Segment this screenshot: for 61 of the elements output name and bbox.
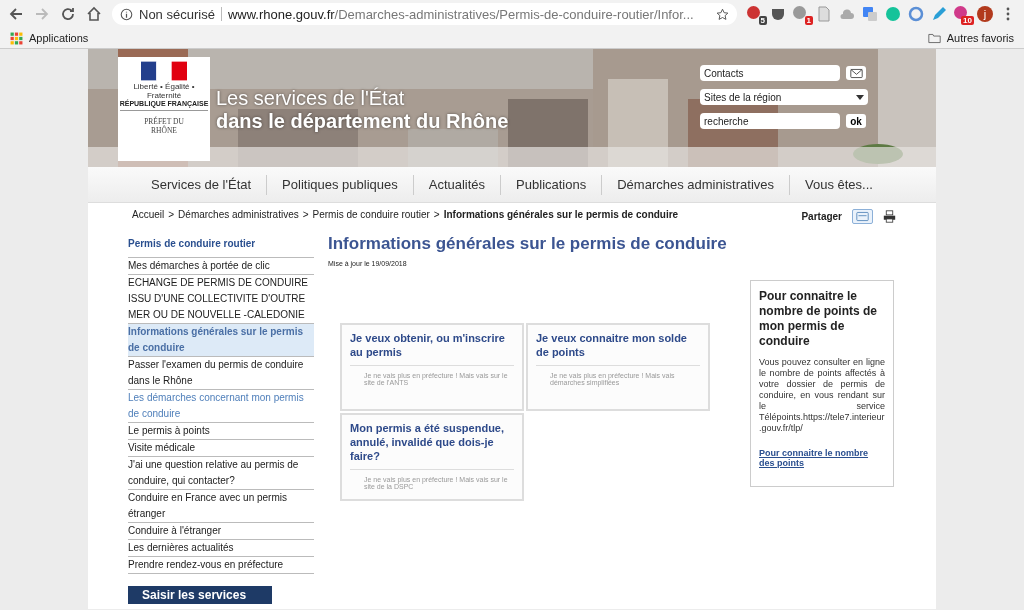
mail-icon <box>856 210 869 223</box>
services-button[interactable]: Saisir les services <box>128 586 272 604</box>
sidebar-item[interactable]: J'ai une question relative au permis de conduire, qui contacter? <box>128 457 314 490</box>
contacts-field[interactable]: Contacts <box>700 65 840 81</box>
nav-link[interactable]: Vous êtes... <box>790 177 888 192</box>
separator-text: > <box>168 209 175 222</box>
points-link[interactable]: Pour connaitre le nombre des points <box>759 448 885 468</box>
sidebar-title: Permis de conduire routier <box>128 234 314 258</box>
box-text: Vous pouvez consulter en ligne le nombre de points affectés à votre dossier de permis de conduire, en vous rendant sur le service Télépoints.https://tele7.interieur.gouv.fr/tlp/ <box>759 357 885 434</box>
nav-link[interactable]: Politiques publiques <box>267 177 413 192</box>
sidebar-item[interactable]: Les dernières actualités <box>128 540 314 557</box>
mail-icon <box>849 66 863 80</box>
home-icon[interactable] <box>86 6 102 22</box>
profile-avatar[interactable]: j <box>977 6 993 22</box>
breadcrumb-current: Informations générales sur le permis de conduire <box>443 209 679 222</box>
site-subtitle: dans le département du Rhône <box>216 110 509 133</box>
card-title: Mon permis a été suspendue, annulé, invalidé que dois-je faire? <box>350 421 514 470</box>
flag-icon <box>141 61 187 81</box>
site-title: Les services de l'État <box>216 87 406 110</box>
apps-grid-icon <box>10 31 23 45</box>
apps-bookmark[interactable]: Applications <box>10 31 89 45</box>
nav-link[interactable]: Actualités <box>413 177 501 192</box>
info-icon <box>120 7 133 21</box>
sidebar-item[interactable]: Conduire à l'étranger <box>128 523 314 540</box>
separator-text: > <box>433 209 440 222</box>
breadcrumb-link[interactable]: Démarches administratives <box>178 209 299 224</box>
search-field[interactable]: recherche <box>700 113 840 129</box>
breadcrumb-link[interactable]: Permis de conduire routier <box>312 209 430 224</box>
email-share-button[interactable] <box>852 209 873 224</box>
page-title: Informations générales sur le permis de conduire <box>328 234 728 254</box>
nav-link[interactable]: Services de l'État <box>136 177 267 192</box>
separator-text: > <box>302 209 309 222</box>
sidebar-item[interactable]: Prendre rendez-vous en préfecture <box>128 557 314 574</box>
nav-link[interactable]: Démarches administratives <box>602 177 789 192</box>
share-label: Partager <box>801 211 842 222</box>
sidebar-item[interactable]: Informations générales sur le permis de conduire <box>128 324 314 357</box>
sidebar-item[interactable]: Visite médicale <box>128 440 314 457</box>
reload-icon[interactable] <box>60 6 76 22</box>
caret-icon <box>856 94 864 100</box>
sidebar-item[interactable]: Les démarches concernant mon permis de conduire <box>128 390 314 423</box>
back-icon[interactable] <box>8 6 24 22</box>
card-title: Je veux obtenir, ou m'inscrire au permis <box>350 331 514 366</box>
star-icon[interactable] <box>716 7 729 21</box>
ok-button[interactable]: ok <box>846 114 866 128</box>
sidebar-item[interactable]: Conduire en France avec un permis étranger <box>128 490 314 523</box>
box-title: Pour connaitre le nombre de points de mon permis de conduire <box>759 289 878 349</box>
nav-link[interactable]: Publications <box>501 177 602 192</box>
motto-text: Liberté • Égalité • Fraternité <box>133 82 196 100</box>
sidebar-item[interactable]: Mes démarches à portée de clic <box>128 258 314 275</box>
breadcrumb-link[interactable]: Accueil <box>132 209 165 224</box>
folder-icon <box>927 31 941 45</box>
other-bookmarks[interactable]: Autres favoris <box>927 31 1014 45</box>
sidebar-item[interactable]: Le permis à points <box>128 423 314 440</box>
sidebar-item[interactable]: Passer l'examen du permis de conduire dans le Rhône <box>128 357 314 390</box>
address-bar[interactable]: Non sécurisé www.rhone.gouv.fr/Demarches-administratives/Permis-de-conduire-routier/Infor... <box>112 3 737 25</box>
print-icon[interactable] <box>883 210 896 223</box>
sites-dropdown[interactable]: Sites de la région <box>700 89 868 105</box>
pen-icon[interactable] <box>931 6 947 22</box>
mail-button[interactable] <box>846 66 866 80</box>
card-title: Je veux connaitre mon solde de points <box>536 331 700 366</box>
ring-icon[interactable] <box>908 6 924 22</box>
